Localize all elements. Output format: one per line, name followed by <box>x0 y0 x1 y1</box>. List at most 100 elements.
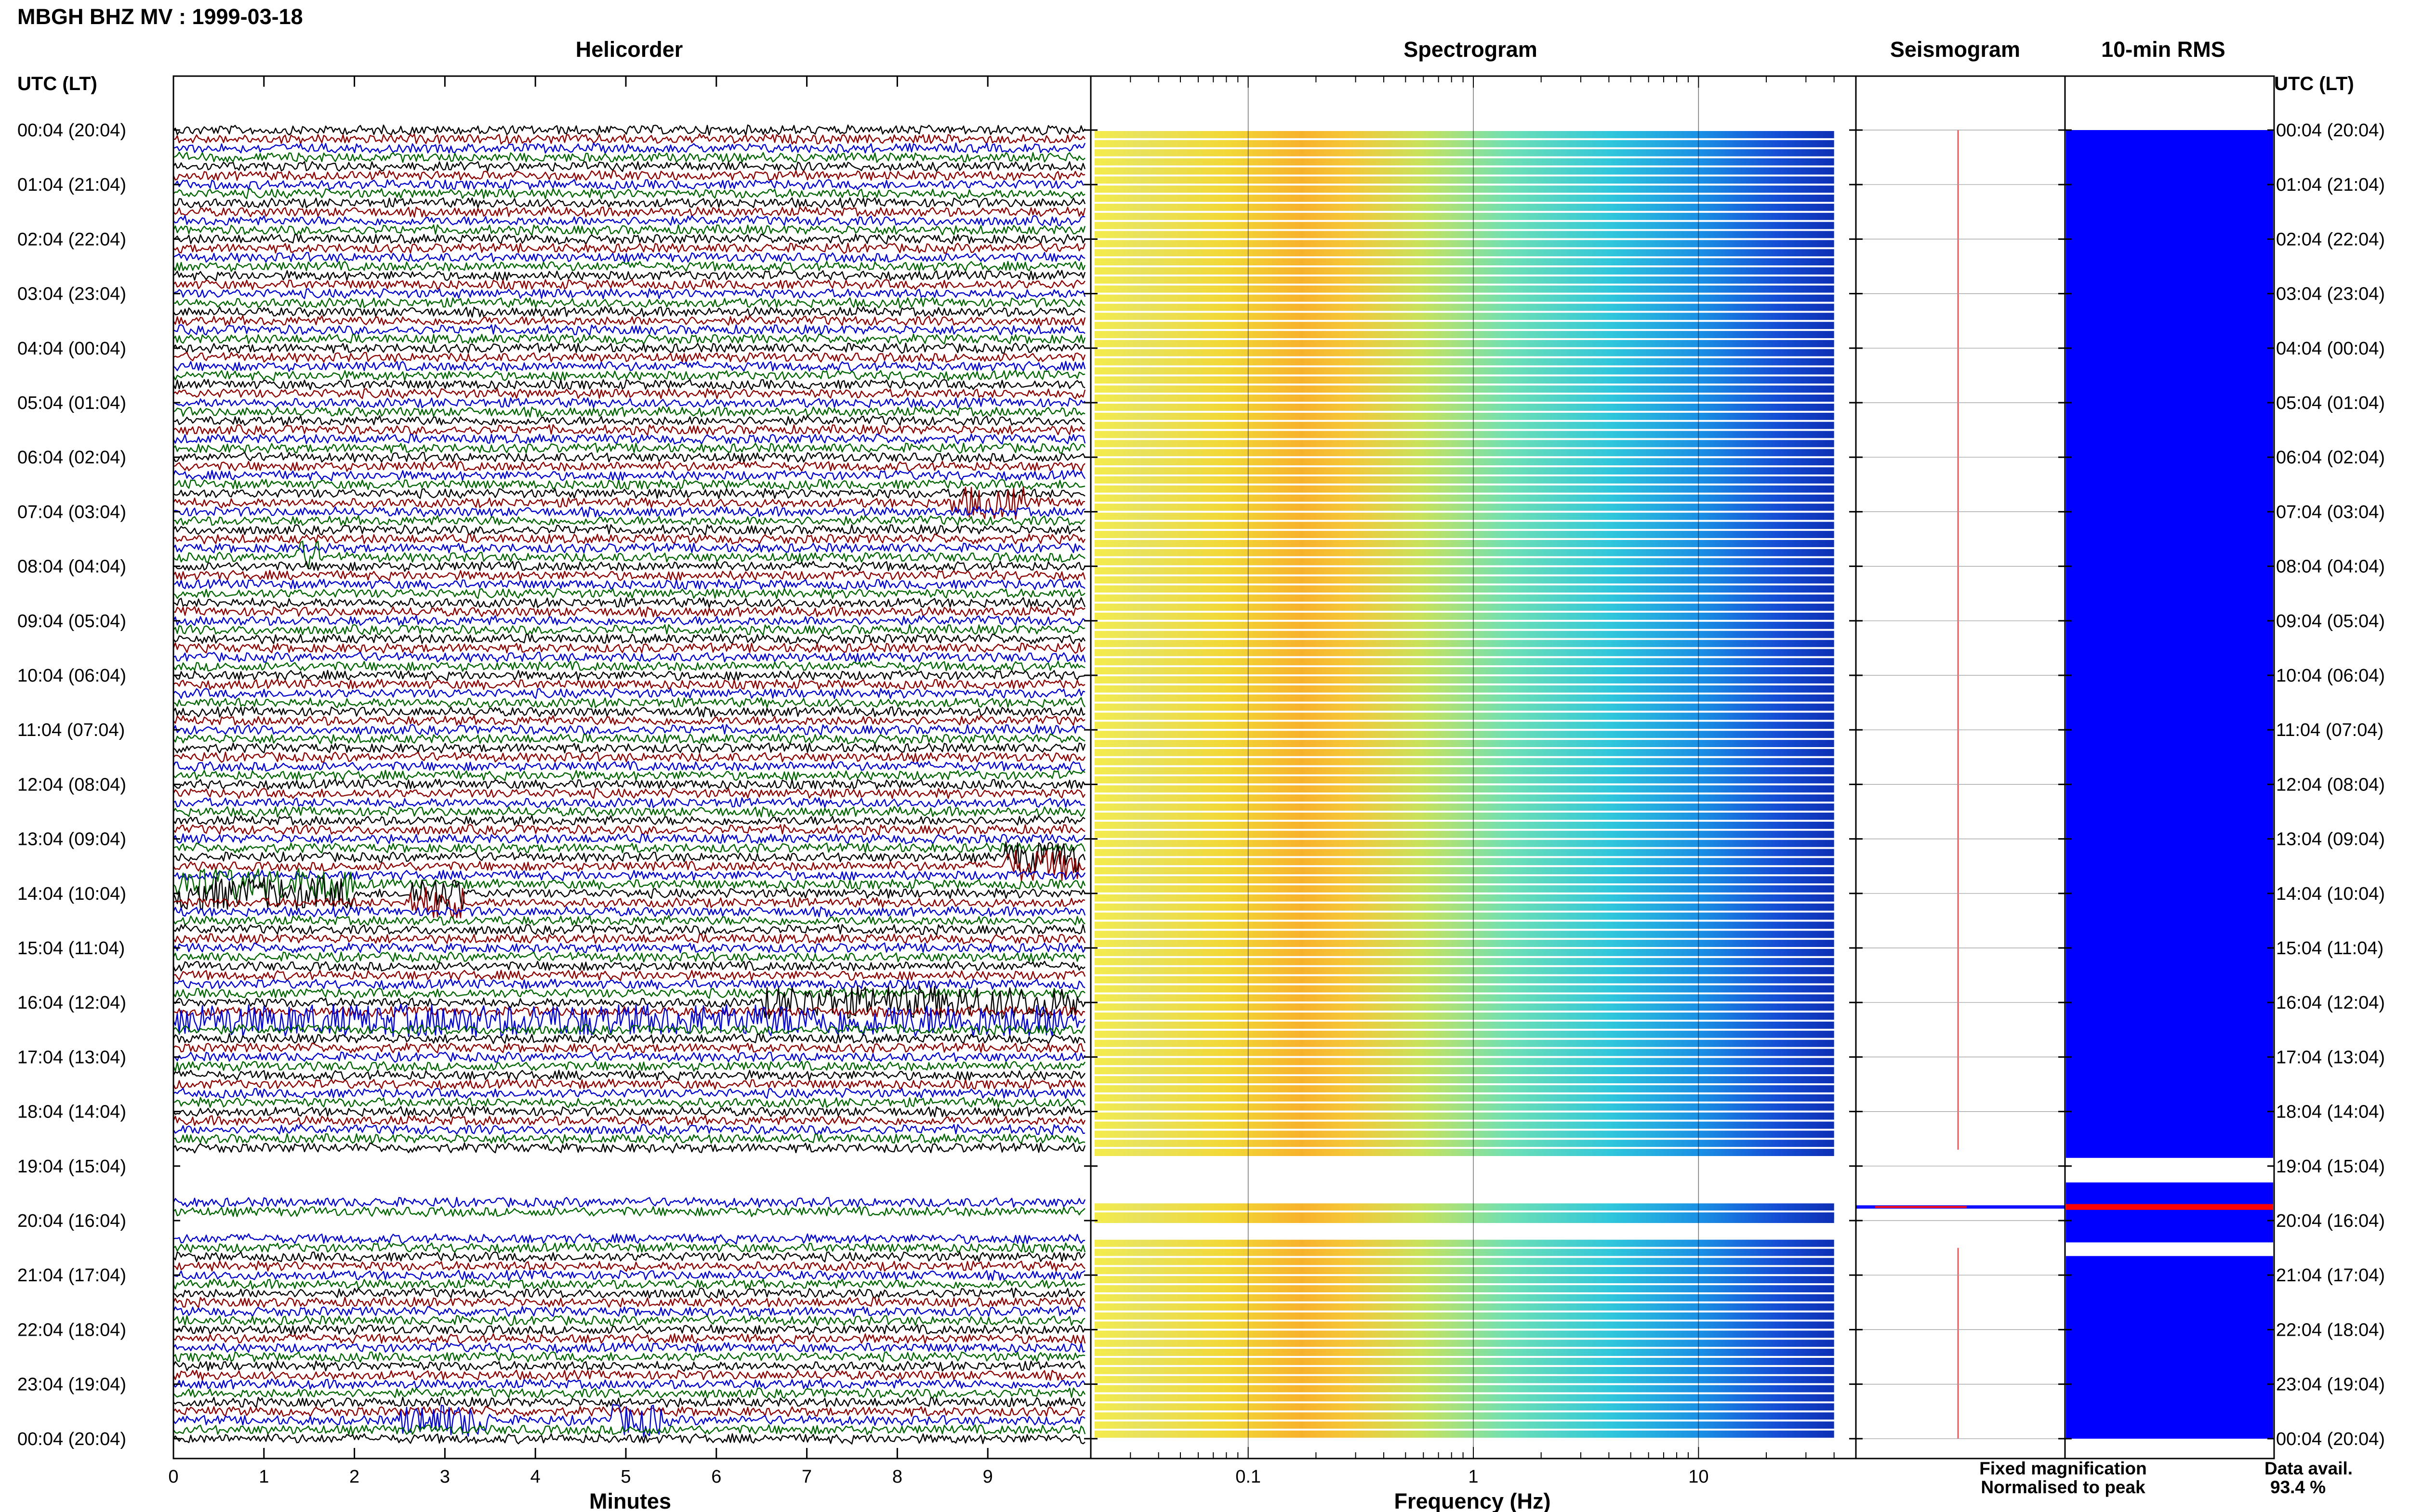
helicorder-trace <box>173 633 1086 645</box>
spectrogram-row <box>1095 1330 1834 1338</box>
row-label-left: 14:04 (10:04) <box>17 884 126 904</box>
spectrogram-row <box>1095 267 1834 275</box>
spectrogram-row <box>1095 540 1834 547</box>
row-label-left: 04:04 (00:04) <box>17 339 126 359</box>
spectrogram-row <box>1095 731 1834 738</box>
spectrogram-row <box>1095 421 1834 429</box>
spectrogram-row <box>1095 1276 1834 1284</box>
spectrogram-row <box>1095 494 1834 502</box>
spectrogram-row <box>1095 549 1834 556</box>
minute-tick-label: 5 <box>621 1467 631 1487</box>
row-label-left: 13:04 (09:04) <box>17 829 126 850</box>
row-label-left: 17:04 (13:04) <box>17 1047 126 1067</box>
spectrogram-row <box>1095 1012 1834 1020</box>
minute-tick-label: 8 <box>892 1467 902 1487</box>
helicorder-trace <box>173 1324 1086 1336</box>
helicorder-trace <box>173 1260 1085 1272</box>
row-label-right: 01:04 (21:04) <box>2276 175 2385 195</box>
spectrogram-row <box>1095 1303 1834 1311</box>
helicorder-trace <box>173 233 1086 245</box>
spectrogram-row <box>1095 449 1834 457</box>
spectrogram-row <box>1095 722 1834 729</box>
helicorder-trace <box>173 533 1086 545</box>
helicorder-trace <box>173 942 1086 954</box>
row-label-right: 23:04 (19:04) <box>2276 1375 2385 1395</box>
helicorder-trace <box>173 388 1086 399</box>
spectrogram-row <box>1095 631 1834 638</box>
helicorder-trace <box>173 1396 1086 1408</box>
helicorder-trace <box>172 1369 1086 1381</box>
spectrogram-row <box>1095 821 1834 829</box>
minute-tick-label: 4 <box>530 1467 541 1487</box>
helicorder-trace <box>173 924 1086 936</box>
helicorder-trace <box>172 1360 1086 1372</box>
helicorder-trace <box>173 561 1086 572</box>
minute-tick-label: 7 <box>802 1467 812 1487</box>
helicorder-trace <box>173 397 1085 409</box>
spectrogram-row <box>1095 385 1834 393</box>
helicorder-trace <box>172 660 1085 672</box>
row-label-left: 21:04 (17:04) <box>17 1265 126 1286</box>
row-label-right: 16:04 (12:04) <box>2276 993 2385 1013</box>
spectrogram-row <box>1095 1149 1834 1156</box>
helicorder-trace <box>173 1233 1085 1245</box>
spectrogram-row <box>1095 1049 1834 1056</box>
spectrogram-row <box>1095 1103 1834 1111</box>
helicorder-trace <box>173 352 1086 363</box>
row-label-left: 09:04 (05:04) <box>17 611 126 631</box>
legend-normalised-to-peak: Normalised to peak <box>1981 1477 2145 1497</box>
helicorder-trace <box>173 688 1085 699</box>
spectrogram-row <box>1095 676 1834 684</box>
helicorder-trace <box>172 915 1085 926</box>
spectrogram-row <box>1095 758 1834 765</box>
helicorder-trace <box>173 515 1085 526</box>
helicorder-trace <box>173 1133 1085 1144</box>
helicorder-trace <box>172 1124 1085 1136</box>
figure-title: MBGH BHZ MV : 1999-03-18 <box>17 4 303 29</box>
spectrogram-row <box>1095 767 1834 775</box>
spectrogram-row <box>1095 131 1834 138</box>
row-label-right: 17:04 (13:04) <box>2276 1047 2385 1067</box>
helicorder-traces <box>172 124 1086 1445</box>
spectrogram-row <box>1095 1131 1834 1138</box>
spectrogram-row <box>1095 1421 1834 1429</box>
freq-tick-label: 10 <box>1688 1467 1708 1487</box>
spectrogram-row <box>1095 285 1834 293</box>
spectrogram-row <box>1095 567 1834 575</box>
helicorder-trace <box>172 987 1085 999</box>
spectrogram-row <box>1095 903 1834 911</box>
spectrogram-row <box>1095 667 1834 674</box>
spectrogram-row <box>1095 830 1834 838</box>
spectrogram-row <box>1095 1058 1834 1065</box>
spectrogram-row <box>1095 1003 1834 1011</box>
spectrogram-row <box>1095 522 1834 529</box>
helicorder-trace <box>173 933 1086 945</box>
time-header-left: UTC (LT) <box>17 73 97 94</box>
helicorder-trace <box>173 679 1085 690</box>
helicorder-trace <box>172 524 1085 536</box>
spectrogram-row <box>1095 176 1834 184</box>
spectrogram-row <box>1095 1312 1834 1320</box>
spectrogram-row <box>1095 558 1834 565</box>
helicorder-trace <box>173 778 1085 790</box>
spectrogram-row <box>1095 531 1834 538</box>
helicorder-trace <box>173 133 1085 145</box>
row-label-left: 08:04 (04:04) <box>17 557 126 577</box>
helicorder-trace <box>173 579 1085 590</box>
helicorder-trace <box>173 506 1085 518</box>
row-label-left: 10:04 (06:04) <box>17 666 126 686</box>
helicorder-trace <box>172 1069 1085 1081</box>
rms-bar <box>2066 1256 2273 1439</box>
row-label-right: 10:04 (06:04) <box>2276 666 2385 686</box>
row-label-left: 06:04 (02:04) <box>17 447 126 468</box>
spectrogram-row <box>1095 195 1834 202</box>
helicorder-trace <box>173 415 1085 426</box>
spectrogram-row <box>1095 258 1834 265</box>
spectrogram-row <box>1095 412 1834 420</box>
helicorder-trace <box>173 742 1086 754</box>
spectrogram-row <box>1095 867 1834 875</box>
helicorder-trace <box>173 124 1085 136</box>
helicorder-trace <box>172 369 1085 381</box>
helicorder-trace <box>173 606 1085 618</box>
spectrogram-row <box>1095 331 1834 338</box>
